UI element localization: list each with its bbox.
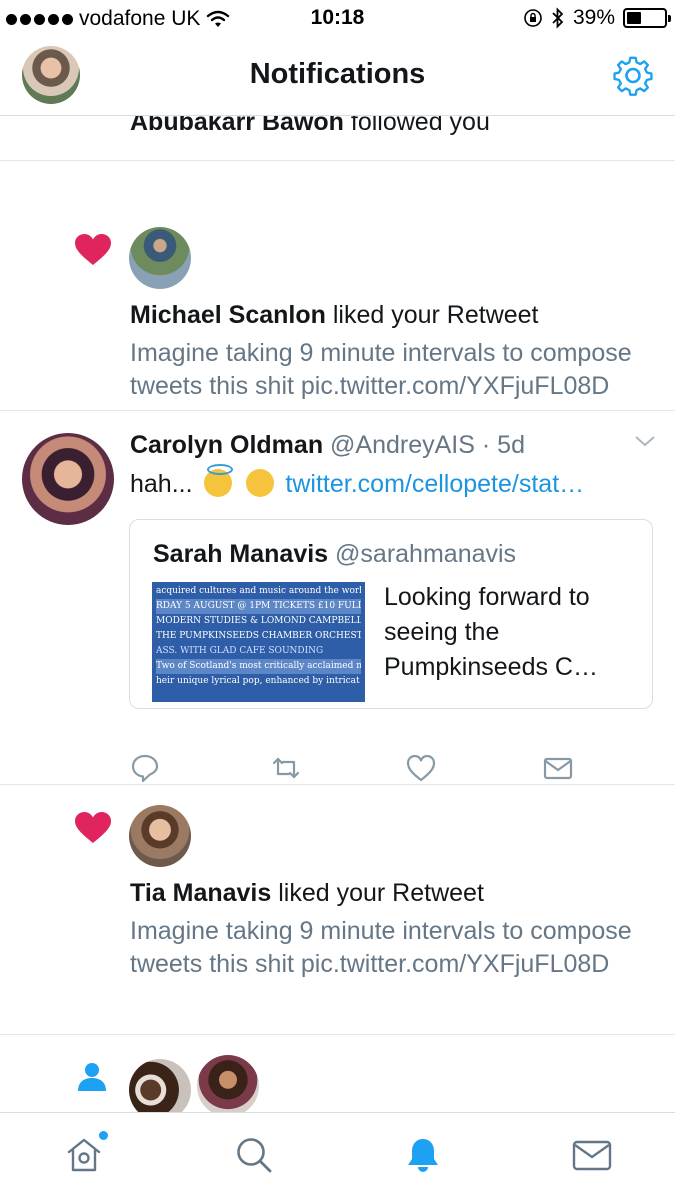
gear-icon[interactable] [613, 56, 653, 96]
notification-like[interactable]: Tia Manavis liked your Retweet Imagine t… [0, 785, 675, 1035]
notification-follow[interactable]: Abubakarr Bawoh followed you [0, 116, 675, 161]
author-name[interactable]: Carolyn Oldman [130, 431, 323, 459]
reply-icon[interactable] [130, 753, 160, 783]
status-bar: vodafone UK 10:18 39% [0, 0, 675, 38]
liker-name[interactable]: Tia Manavis [130, 879, 271, 907]
tab-bar [0, 1112, 675, 1200]
like-text: Michael Scanlon liked your Retweet [130, 301, 539, 330]
liker-name[interactable]: Michael Scanlon [130, 301, 326, 329]
search-icon [237, 1138, 272, 1173]
tweet-link[interactable]: twitter.com/cellopete/stat… [285, 470, 584, 498]
follower-name[interactable]: Abubakarr Bawoh [130, 116, 344, 136]
envelope-icon [572, 1140, 612, 1171]
notification-like[interactable]: Michael Scanlon liked your Retweet Imagi… [0, 161, 675, 411]
notifications-feed[interactable]: Abubakarr Bawoh followed you Michael Sca… [0, 116, 675, 1112]
like-action: liked your Retweet [278, 879, 484, 907]
battery-percent: 39% [572, 6, 615, 29]
system-indicators: 39% [523, 6, 671, 30]
avatar[interactable] [22, 433, 114, 525]
author-handle[interactable]: @AndreyAIS [330, 431, 475, 459]
bluetooth-icon [552, 7, 564, 29]
image-text-line: RDAY 5 AUGUST @ 1PM TICKETS £10 FULL [156, 599, 361, 614]
liked-tweet-text[interactable]: Imagine taking 9 minute intervals to com… [130, 915, 650, 981]
like-action: liked your Retweet [332, 301, 539, 329]
notification-dot [99, 1131, 108, 1140]
halo-emoji-icon [203, 464, 233, 497]
image-text-line: ASS. WITH GLAD CAFE SOUNDING [156, 646, 324, 656]
tab-messages[interactable] [572, 1135, 612, 1175]
rotation-lock-icon [524, 9, 542, 27]
retweet-icon[interactable] [271, 753, 301, 783]
like-heart-icon[interactable] [406, 753, 436, 783]
image-text-line: heir unique lyrical pop, enhanced by int… [156, 676, 360, 686]
tweet-time: · 5d [481, 431, 525, 459]
bell-icon [408, 1139, 438, 1172]
tweet-actions [130, 753, 590, 783]
avatar[interactable] [129, 227, 191, 289]
heart-icon [75, 812, 111, 843]
quoted-tweet-header: Sarah Manavis @sarahmanavis [153, 540, 516, 569]
quoted-tweet-image[interactable]: acquired cultures and music around the w… [152, 582, 365, 702]
battery-fill [627, 12, 642, 24]
home-icon [67, 1138, 101, 1172]
liked-tweet-text[interactable]: Imagine taking 9 minute intervals to com… [130, 337, 650, 403]
quoted-author-name: Sarah Manavis [153, 540, 329, 568]
direct-message-icon[interactable] [543, 753, 573, 783]
person-icon [78, 1063, 106, 1091]
tab-notifications[interactable] [403, 1135, 443, 1175]
tweet-header: Carolyn Oldman @AndreyAIS · 5d [130, 431, 525, 460]
follow-text: Abubakarr Bawoh followed you [130, 116, 490, 137]
image-text-line: THE PUMPKINSEEDS CHAMBER ORCHESTRA IN [156, 631, 361, 641]
image-text-line: MODERN STUDIES & LOMOND CAMPBELL WITH [156, 616, 361, 626]
image-text-line: Two of Scotland's most critically acclai… [156, 659, 361, 674]
tweet-body: hah... twitter.com/cellopete/stat… [130, 464, 584, 499]
notification-follow[interactable] [0, 1035, 675, 1112]
tab-home[interactable] [64, 1131, 108, 1175]
nav-header: Notifications [0, 38, 675, 116]
like-text: Tia Manavis liked your Retweet [130, 879, 484, 908]
quoted-tweet-text: Looking forward to seeing the Pumpkinsee… [384, 583, 598, 681]
avatar[interactable] [197, 1055, 259, 1112]
kiss-emoji-icon [246, 469, 275, 497]
tweet-text: hah... [130, 470, 193, 498]
tweet[interactable]: Carolyn Oldman @AndreyAIS · 5d hah... tw… [0, 411, 675, 785]
image-text-line: acquired cultures and music around the w… [156, 586, 361, 596]
avatar[interactable] [129, 805, 191, 867]
heart-icon [75, 234, 111, 265]
chevron-down-icon[interactable] [634, 433, 656, 449]
page-title: Notifications [249, 58, 426, 90]
quoted-author-handle: @sarahmanavis [335, 540, 517, 568]
battery-icon [623, 8, 671, 28]
follow-action: followed you [350, 116, 490, 136]
quoted-tweet[interactable]: Sarah Manavis @sarahmanavis acquired cul… [129, 519, 653, 709]
avatar[interactable] [129, 1059, 191, 1112]
tab-search[interactable] [234, 1135, 274, 1175]
